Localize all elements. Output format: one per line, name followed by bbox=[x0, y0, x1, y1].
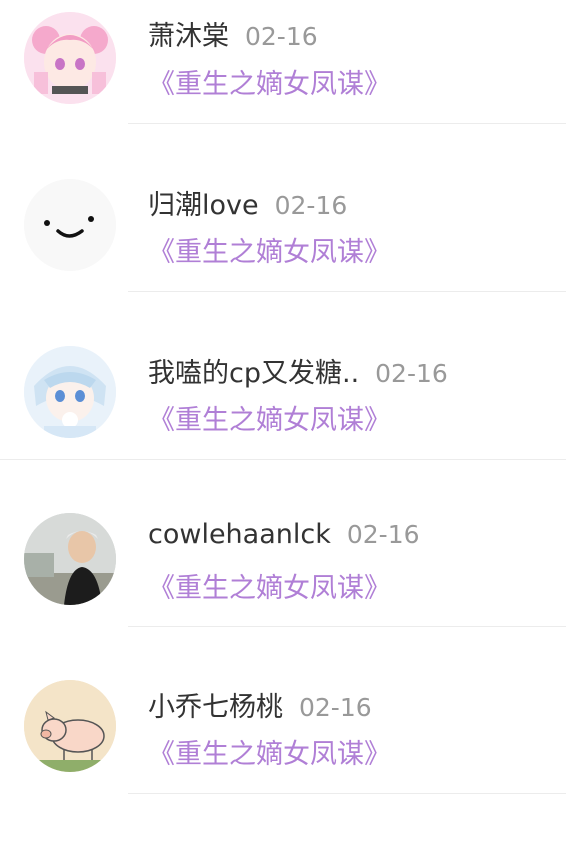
list-item[interactable]: cowlehaanlck 02-16 《重生之嫡女凤谋》 bbox=[0, 462, 566, 629]
user-name[interactable]: 萧沐棠 bbox=[148, 21, 229, 52]
book-title-link[interactable]: 《重生之嫡女凤谋》 bbox=[148, 230, 391, 269]
anime-character-blue-avatar-icon[interactable] bbox=[24, 346, 116, 438]
list-item[interactable]: 小乔七杨桃 02-16 《重生之嫡女凤谋》 bbox=[0, 629, 566, 796]
comment-date: 02-16 bbox=[245, 22, 318, 51]
row-divider bbox=[128, 291, 566, 292]
user-name[interactable]: 我嗑的cp又发糖.. bbox=[148, 358, 359, 389]
row-divider bbox=[128, 793, 566, 794]
list-item[interactable]: 萧沐棠 02-16 《重生之嫡女凤谋》 bbox=[0, 0, 566, 127]
comment-date: 02-16 bbox=[299, 693, 372, 722]
list-item[interactable]: 我嗑的cp又发糖.. 02-16 《重生之嫡女凤谋》 bbox=[0, 295, 566, 462]
comment-date: 02-16 bbox=[274, 191, 348, 220]
comment-list: 萧沐棠 02-16 《重生之嫡女凤谋》 归潮love 02-16 《重生之嫡女凤谋》 bbox=[0, 0, 566, 847]
book-title-link[interactable]: 《重生之嫡女凤谋》 bbox=[148, 566, 391, 605]
row-divider bbox=[128, 626, 566, 627]
user-name[interactable]: 归潮love bbox=[148, 190, 259, 221]
list-item[interactable]: 归潮love 02-16 《重生之嫡女凤谋》 bbox=[0, 127, 566, 294]
man-photo-avatar-icon[interactable] bbox=[24, 513, 116, 605]
user-name[interactable]: cowlehaanlck bbox=[148, 519, 331, 550]
book-title-link[interactable]: 《重生之嫡女凤谋》 bbox=[148, 62, 391, 101]
comment-date: 02-16 bbox=[375, 359, 448, 388]
row-divider bbox=[128, 123, 566, 124]
book-title-link[interactable]: 《重生之嫡女凤谋》 bbox=[148, 398, 391, 437]
pig-drawing-avatar-icon[interactable] bbox=[24, 680, 116, 772]
comment-date: 02-16 bbox=[346, 520, 420, 549]
anime-girl-pink-avatar-icon[interactable] bbox=[24, 12, 116, 104]
book-title-link[interactable]: 《重生之嫡女凤谋》 bbox=[148, 732, 391, 771]
smiley-face-avatar-icon[interactable] bbox=[24, 179, 116, 271]
user-name[interactable]: 小乔七杨桃 bbox=[148, 692, 283, 723]
row-divider bbox=[0, 459, 566, 460]
